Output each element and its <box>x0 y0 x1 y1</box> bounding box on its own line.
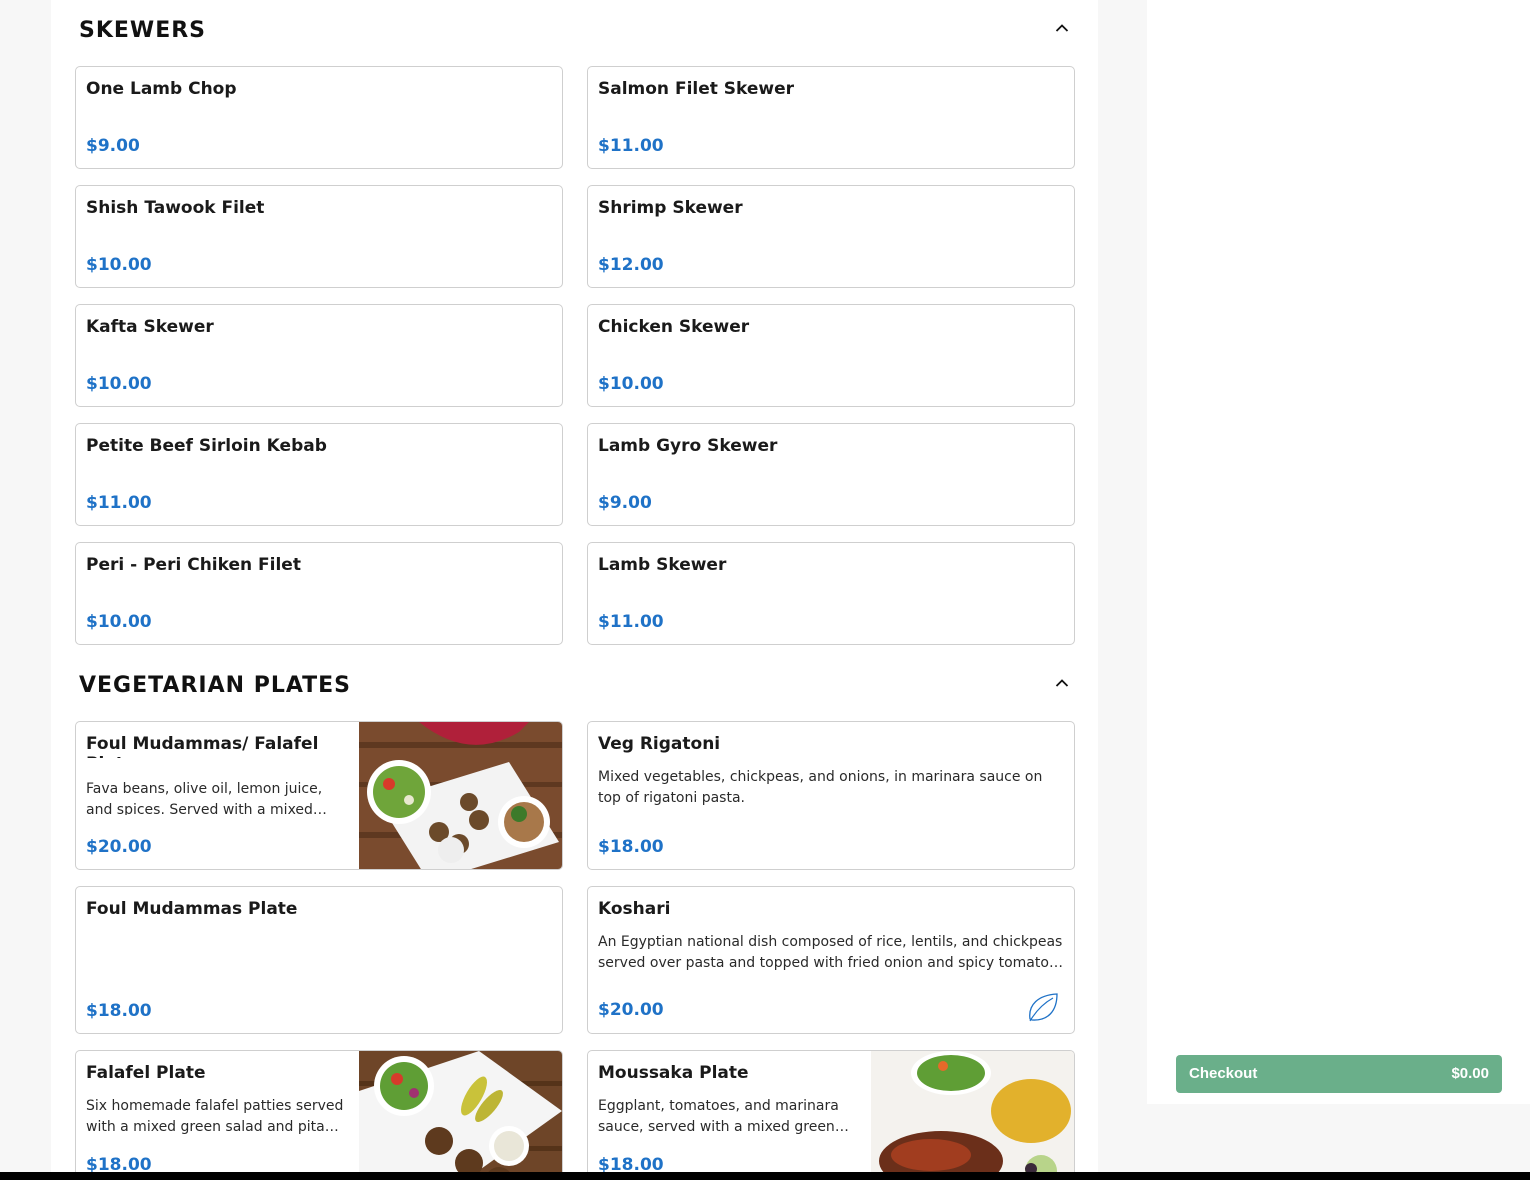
item-name: One Lamb Chop <box>86 79 237 99</box>
item-price: $18.00 <box>86 1155 152 1172</box>
item-price: $9.00 <box>598 493 652 513</box>
item-price: $18.00 <box>598 837 664 857</box>
menu-item-card[interactable]: Foul Mudammas Plate $18.00 <box>75 886 563 1034</box>
item-photo <box>359 1051 562 1172</box>
item-description: Eggplant, tomatoes, and marinara sauce, … <box>598 1098 839 1135</box>
item-price: $18.00 <box>86 1001 152 1021</box>
menu-item-card[interactable]: Petite Beef Sirloin Kebab $11.00 <box>75 423 563 526</box>
menu-item-card[interactable]: Veg Rigatoni Mixed vegetables, chickpeas… <box>587 721 1075 870</box>
item-name: Chicken Skewer <box>598 317 750 337</box>
checkout-button[interactable]: Checkout $0.00 <box>1176 1055 1502 1093</box>
menu-item-card[interactable]: Lamb Gyro Skewer $9.00 <box>587 423 1075 526</box>
item-price: $18.00 <box>598 1155 664 1172</box>
item-name: Salmon Filet Skewer <box>598 79 795 99</box>
item-price: $10.00 <box>86 612 152 632</box>
item-photo <box>871 1051 1074 1172</box>
item-description: An Egyptian national dish composed of ri… <box>598 934 1063 971</box>
menu-item-card[interactable]: Peri - Peri Chiken Filet $10.00 <box>75 542 563 645</box>
item-price: $10.00 <box>598 374 664 394</box>
menu-item-card[interactable]: Kafta Skewer $10.00 <box>75 304 563 407</box>
item-name: Koshari <box>598 899 671 919</box>
item-description: Mixed vegetables, chickpeas, and onions,… <box>598 769 1043 806</box>
item-price: $20.00 <box>598 1000 664 1020</box>
collapse-section-button[interactable] <box>1050 671 1074 695</box>
item-price: $11.00 <box>86 493 152 513</box>
item-name: Shrimp Skewer <box>598 198 743 218</box>
menu-item-card[interactable]: Lamb Skewer $11.00 <box>587 542 1075 645</box>
cart-total: $0.00 <box>1451 1065 1489 1082</box>
item-name: Foul Mudammas/ Falafel Plate <box>86 734 319 758</box>
menu-item-card[interactable]: Falafel Plate Six homemade falafel patti… <box>75 1050 563 1172</box>
item-price: $20.00 <box>86 837 152 857</box>
collapse-section-button[interactable] <box>1050 16 1074 40</box>
leaf-icon <box>1029 993 1058 1022</box>
item-price: $11.00 <box>598 612 664 632</box>
item-photo <box>359 722 562 869</box>
section-title: VEGETARIAN PLATES <box>79 673 352 698</box>
item-price: $12.00 <box>598 255 664 275</box>
menu-item-card[interactable]: Chicken Skewer $10.00 <box>587 304 1075 407</box>
bottom-bar <box>0 1172 1530 1180</box>
item-name: Shish Tawook Filet <box>86 198 265 218</box>
section-header-vegetarian-plates: VEGETARIAN PLATES <box>79 673 1074 713</box>
section-title: SKEWERS <box>79 18 207 43</box>
menu-item-card[interactable]: One Lamb Chop $9.00 <box>75 66 563 169</box>
cart-panel <box>1147 0 1530 1104</box>
item-description: Six homemade falafel patties served with… <box>86 1098 344 1135</box>
menu-panel: SKEWERS One Lamb Chop $9.00 Salmon Filet… <box>51 0 1098 1172</box>
menu-item-card[interactable]: Salmon Filet Skewer $11.00 <box>587 66 1075 169</box>
item-price: $11.00 <box>598 136 664 156</box>
item-name: Peri - Peri Chiken Filet <box>86 555 301 575</box>
chevron-up-icon <box>1055 24 1069 32</box>
checkout-label: Checkout <box>1189 1065 1258 1082</box>
item-name: Petite Beef Sirloin Kebab <box>86 436 327 456</box>
menu-item-card[interactable]: Shrimp Skewer $12.00 <box>587 185 1075 288</box>
item-price: $10.00 <box>86 374 152 394</box>
item-name: Lamb Skewer <box>598 555 727 575</box>
menu-item-card[interactable]: Moussaka Plate Eggplant, tomatoes, and m… <box>587 1050 1075 1172</box>
item-price: $10.00 <box>86 255 152 275</box>
item-name: Kafta Skewer <box>86 317 214 337</box>
item-name: Moussaka Plate <box>598 1063 749 1083</box>
menu-item-card[interactable]: Shish Tawook Filet $10.00 <box>75 185 563 288</box>
item-name: Veg Rigatoni <box>598 734 721 754</box>
chevron-up-icon <box>1055 679 1069 687</box>
item-description: Fava beans, olive oil, lemon juice, and … <box>86 781 323 815</box>
item-name: Foul Mudammas Plate <box>86 899 298 919</box>
item-price: $9.00 <box>86 136 140 156</box>
section-header-skewers: SKEWERS <box>79 18 1074 58</box>
menu-item-card[interactable]: Koshari An Egyptian national dish compos… <box>587 886 1075 1034</box>
item-name: Falafel Plate <box>86 1063 206 1083</box>
menu-item-card[interactable]: Foul Mudammas/ Falafel Plate Fava beans,… <box>75 721 563 870</box>
item-name: Lamb Gyro Skewer <box>598 436 778 456</box>
